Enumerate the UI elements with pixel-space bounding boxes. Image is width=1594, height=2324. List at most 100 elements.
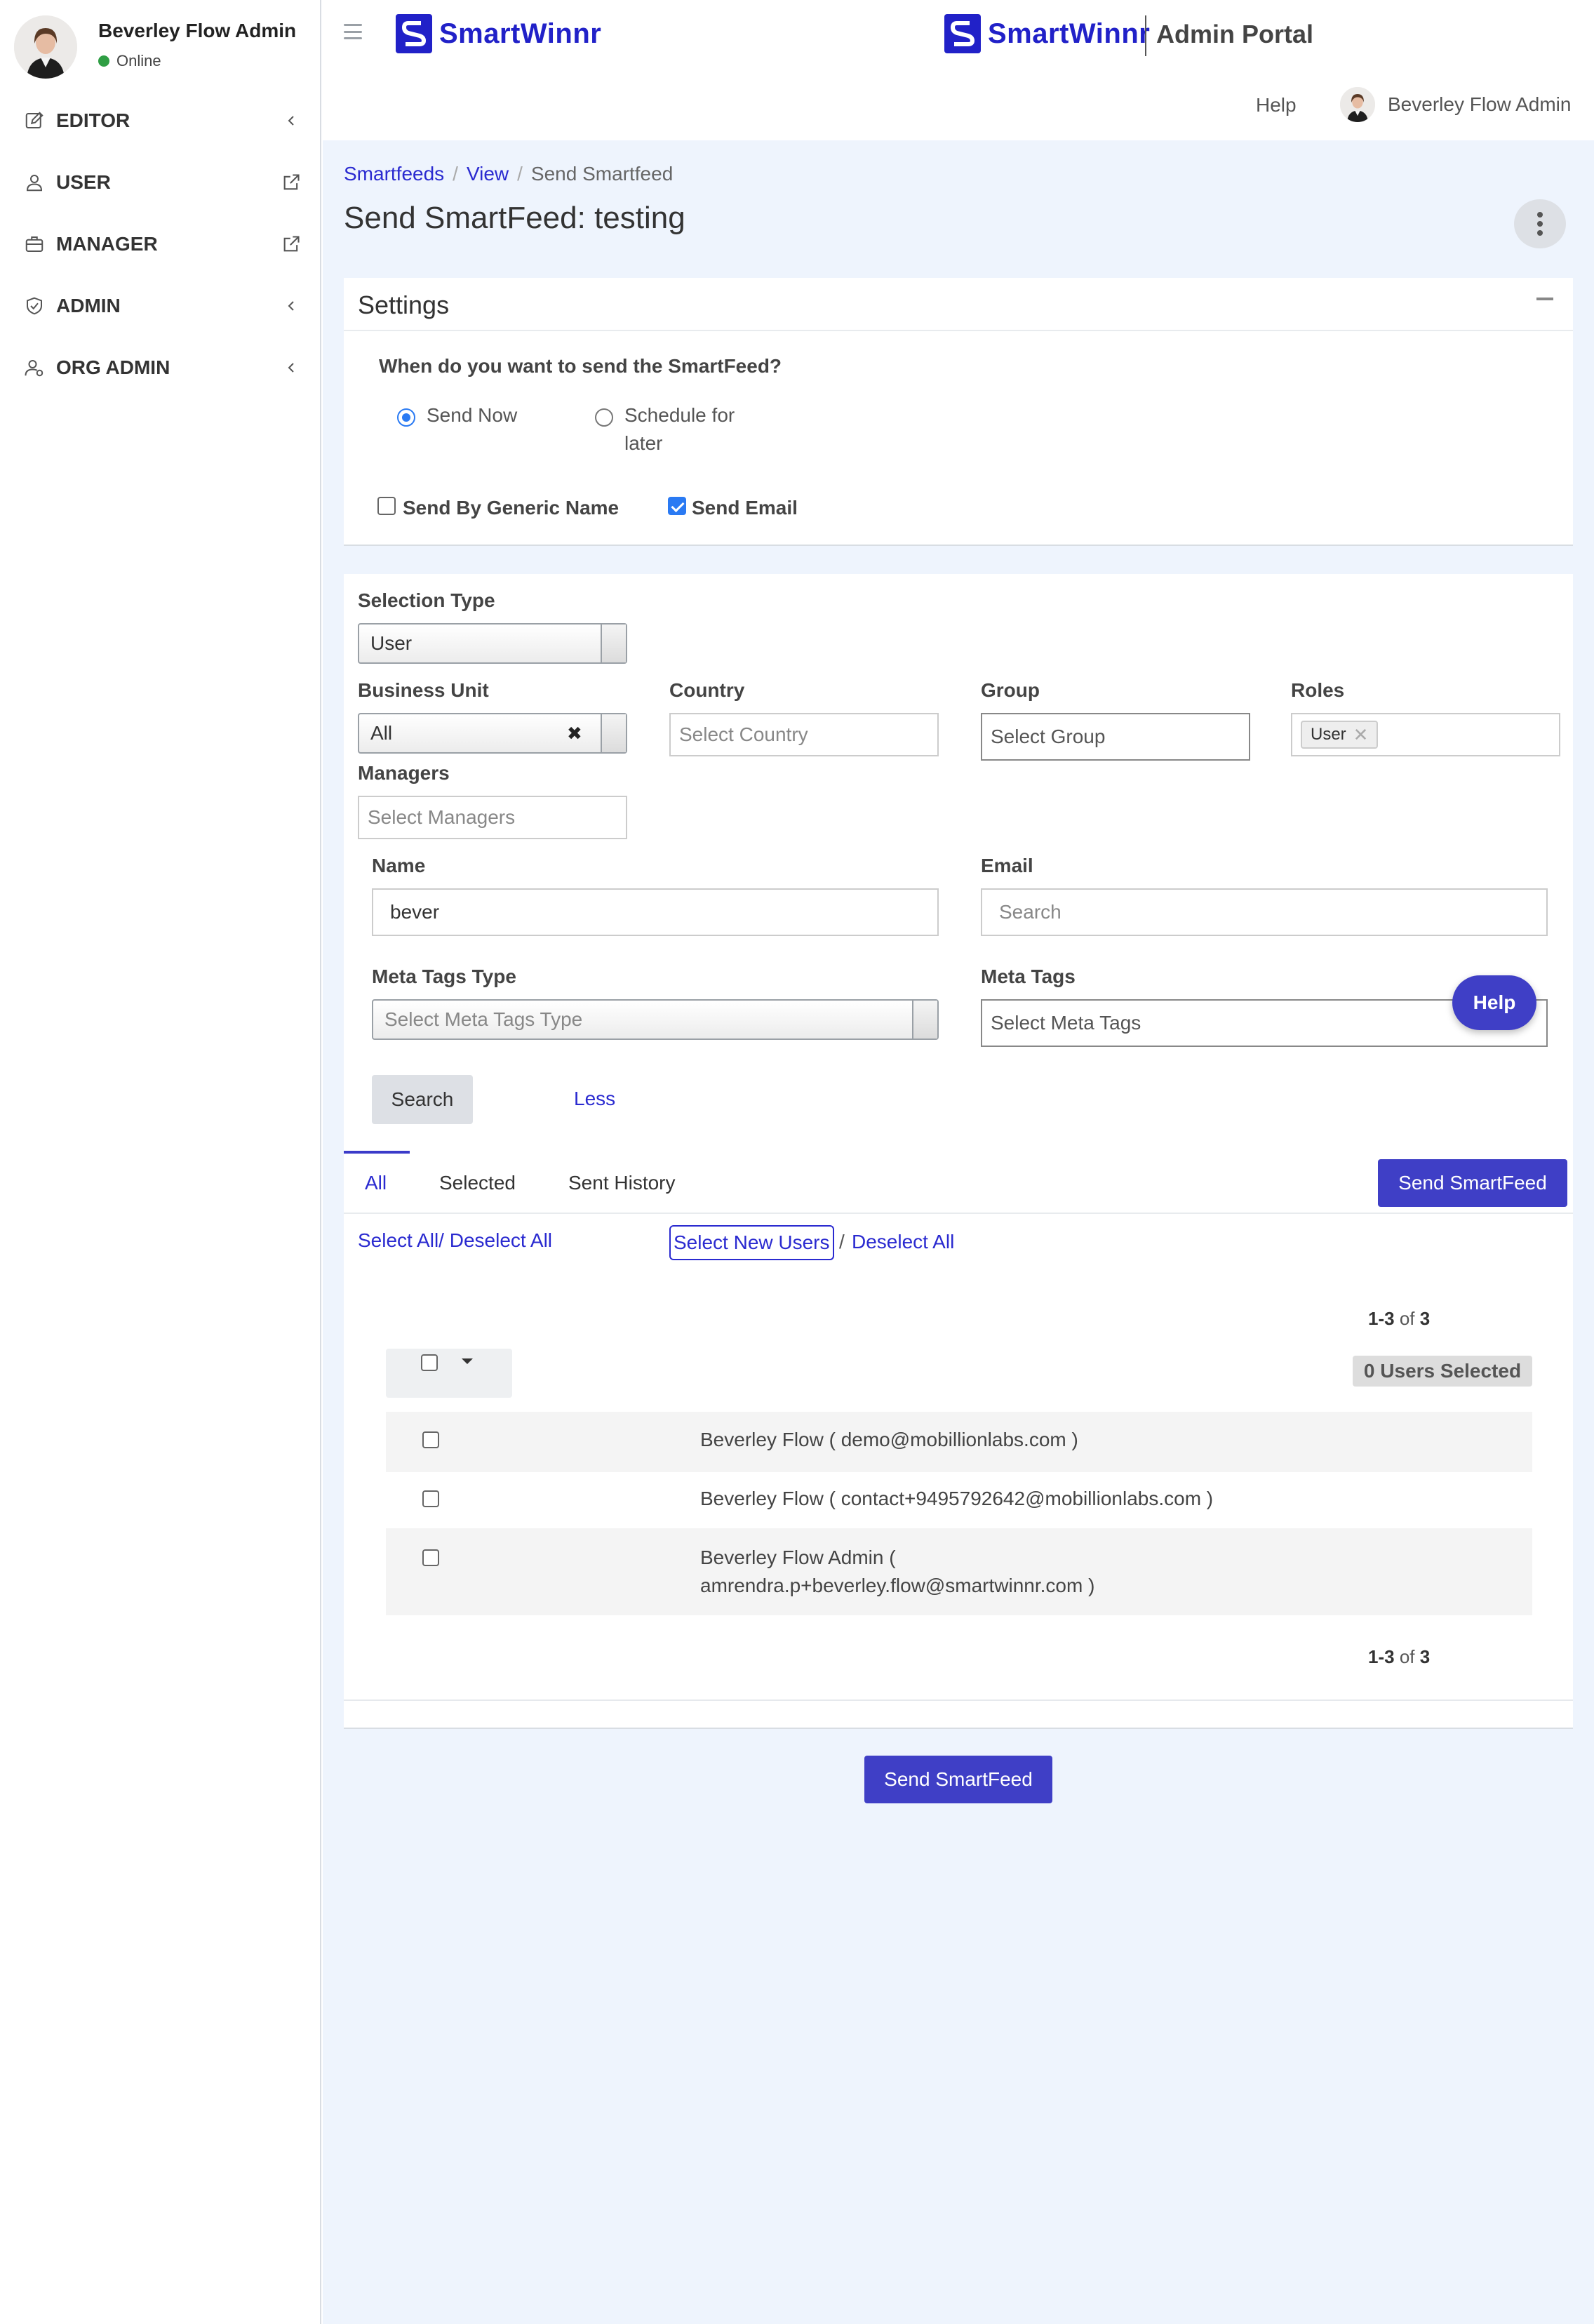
sidebar-item-manager[interactable]: MANAGER	[22, 223, 303, 265]
breadcrumb-separator: /	[517, 163, 523, 185]
pagination-of: of	[1399, 1308, 1415, 1329]
send-email-checkbox[interactable]	[668, 497, 686, 515]
breadcrumb-current: Send Smartfeed	[530, 163, 674, 185]
generic-name-label: Send By Generic Name	[403, 497, 619, 519]
schedule-later-radio[interactable]	[595, 408, 613, 427]
sidebar-item-label: MANAGER	[56, 233, 158, 255]
business-unit-select[interactable]: All ✖	[358, 713, 627, 754]
help-link[interactable]: Help	[1256, 94, 1297, 116]
select-new-users-link[interactable]: Select New Users	[669, 1225, 834, 1260]
brand-logo[interactable]: SmartWinnr	[396, 14, 601, 53]
bulk-select-dropdown[interactable]	[386, 1349, 512, 1398]
send-email-label: Send Email	[692, 497, 798, 519]
roles-label: Roles	[1291, 679, 1345, 701]
email-placeholder: Search	[999, 901, 1061, 923]
managers-placeholder: Select Managers	[368, 806, 516, 828]
select-all-deselect-all-link[interactable]: Select All/ Deselect All	[358, 1229, 552, 1252]
country-select[interactable]: Select Country	[669, 713, 939, 756]
status-text: Online	[116, 52, 161, 69]
bottom-send-smartfeed-button[interactable]: Send SmartFeed	[864, 1756, 1052, 1803]
send-smartfeed-button[interactable]: Send SmartFeed	[1378, 1159, 1567, 1207]
country-label: Country	[669, 679, 745, 701]
dropdown-arrow-icon	[601, 625, 626, 662]
external-link-icon	[279, 232, 303, 256]
sidebar-item-editor[interactable]: EDITOR	[22, 100, 303, 142]
dropdown-arrow-icon	[601, 714, 626, 752]
sidebar-item-admin[interactable]: ADMIN	[22, 285, 303, 327]
clear-icon[interactable]: ✖	[567, 723, 582, 744]
tab-sent-history[interactable]: Sent History	[568, 1172, 676, 1194]
online-status-icon	[98, 55, 109, 67]
row-checkbox[interactable]	[422, 1431, 439, 1448]
selection-type-select[interactable]: User	[358, 623, 627, 664]
settings-header: Settings	[344, 278, 1573, 331]
send-now-radio[interactable]	[397, 408, 415, 427]
table-row[interactable]: Beverley Flow ( contact+9495792642@mobil…	[386, 1472, 1532, 1528]
meta-tags-type-select[interactable]: Select Meta Tags Type	[372, 999, 939, 1040]
more-options-icon[interactable]	[1514, 199, 1566, 248]
remove-tag-icon[interactable]: ✕	[1353, 724, 1369, 746]
tab-all[interactable]: All	[365, 1172, 387, 1194]
user-entry-line: amrendra.p+beverley.flow@smartwinnr.com …	[700, 1575, 1095, 1596]
breadcrumb: Smartfeeds / View / Send Smartfeed	[344, 163, 673, 185]
group-label: Group	[981, 679, 1040, 701]
sidebar-item-org-admin[interactable]: ORG ADMIN	[22, 347, 303, 389]
collapse-icon[interactable]	[1536, 298, 1553, 300]
external-link-icon	[279, 171, 303, 194]
name-input-value: bever	[390, 901, 440, 923]
search-button[interactable]: Search	[372, 1075, 473, 1124]
less-filters-link[interactable]: Less	[574, 1088, 615, 1110]
link-separator: /	[839, 1231, 845, 1253]
breadcrumb-separator: /	[453, 163, 458, 185]
dropdown-arrow-icon	[912, 1001, 937, 1039]
schedule-later-label-cont: later	[624, 432, 663, 454]
sidebar-item-label: ADMIN	[56, 295, 121, 316]
meta-tags-type-placeholder: Select Meta Tags Type	[384, 1008, 583, 1030]
edit-icon	[22, 109, 46, 133]
role-tag-label: User	[1311, 725, 1346, 744]
top-header: SmartWinnr SmartWinnr Admin Portal Help …	[323, 0, 1594, 140]
group-select[interactable]: Select Group	[981, 713, 1250, 761]
portal-logo: SmartWinnr	[944, 14, 1150, 53]
send-time-question: When do you want to send the SmartFeed?	[379, 355, 782, 377]
smartwinnr-logo-icon	[396, 14, 432, 53]
managers-select[interactable]: Select Managers	[358, 796, 627, 839]
user-menu[interactable]: Beverley Flow Admin	[1340, 87, 1571, 122]
select-all-checkbox[interactable]	[421, 1354, 438, 1371]
breadcrumb-smartfeeds[interactable]: Smartfeeds	[344, 163, 444, 185]
chevron-left-icon	[279, 109, 303, 133]
main-content: Smartfeeds / View / Send Smartfeed Send …	[323, 140, 1594, 2324]
meta-tags-label: Meta Tags	[981, 966, 1076, 987]
pagination-total: 3	[1419, 1646, 1431, 1667]
deselect-all-link[interactable]: Deselect All	[852, 1231, 954, 1253]
generic-name-checkbox[interactable]	[377, 497, 396, 515]
briefcase-icon	[22, 232, 46, 256]
row-checkbox[interactable]	[422, 1490, 439, 1507]
settings-title: Settings	[358, 290, 450, 319]
table-row[interactable]: Beverley Flow ( demo@mobillionlabs.com )	[386, 1412, 1532, 1472]
users-selected-badge: 0 Users Selected	[1353, 1356, 1532, 1387]
selection-type-value: User	[370, 632, 413, 654]
divider	[1145, 15, 1146, 56]
help-floating-button[interactable]: Help	[1452, 975, 1536, 1030]
caret-down-icon	[462, 1358, 473, 1364]
name-input[interactable]: bever	[372, 888, 939, 936]
shield-icon	[22, 294, 46, 318]
breadcrumb-view[interactable]: View	[467, 163, 509, 185]
row-checkbox[interactable]	[422, 1549, 439, 1566]
table-row[interactable]: Beverley Flow Admin ( amrendra.p+beverle…	[386, 1528, 1532, 1615]
roles-select[interactable]: User ✕	[1291, 713, 1560, 756]
user-panel: Beverley Flow Admin Online	[14, 14, 309, 81]
brand-name: SmartWinnr	[988, 18, 1151, 49]
user-entry: Beverley Flow Admin ( amrendra.p+beverle…	[700, 1544, 1094, 1600]
email-input[interactable]: Search	[981, 888, 1548, 936]
menu-toggle-icon[interactable]	[344, 24, 362, 39]
name-label: Name	[372, 855, 426, 876]
portal-title: Admin Portal	[1156, 20, 1314, 48]
user-icon	[22, 171, 46, 194]
user-selection-card: Selection Type User Business Unit All ✖ …	[344, 574, 1573, 1729]
pagination-info: 1-3 of 3	[1368, 1308, 1430, 1330]
tabs-divider	[344, 1213, 1573, 1214]
tab-selected[interactable]: Selected	[439, 1172, 516, 1194]
sidebar-item-user[interactable]: USER	[22, 161, 303, 203]
